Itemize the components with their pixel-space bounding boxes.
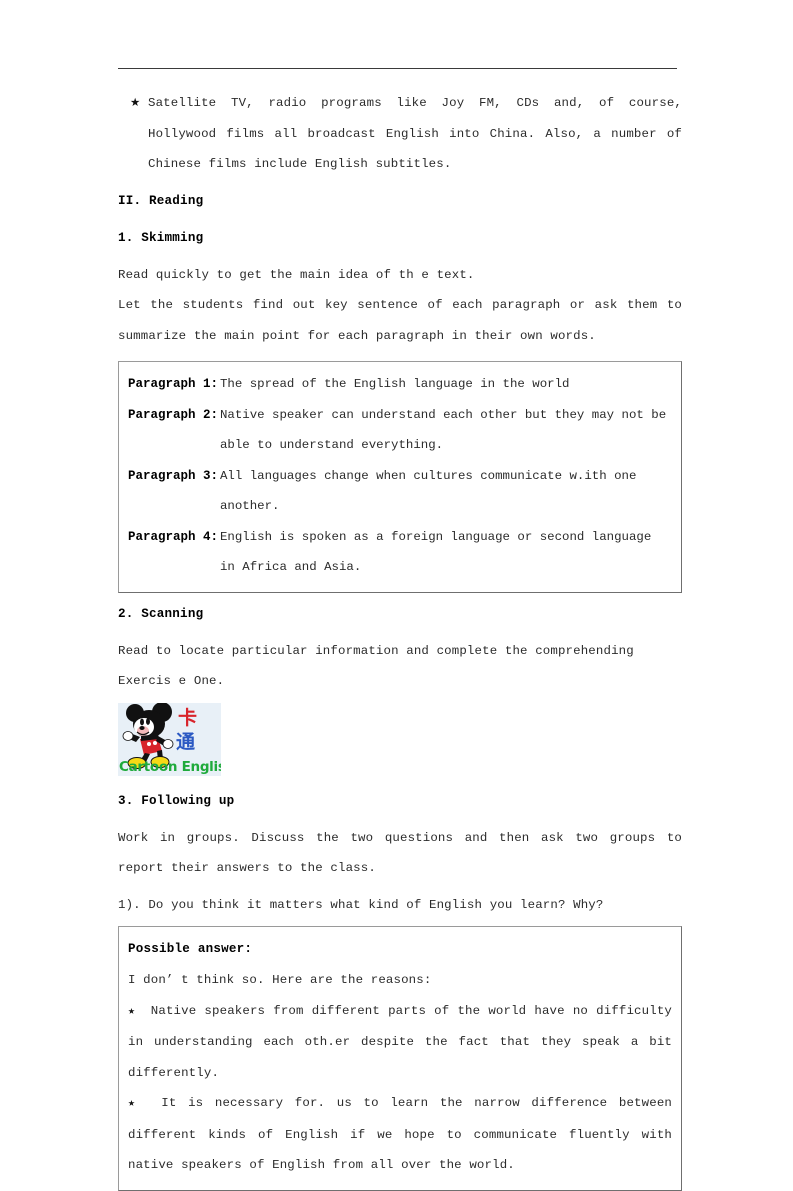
question-one: 1). Do you think it matters what kind of… — [118, 897, 604, 912]
star-bullet-icon: ★ — [130, 97, 141, 109]
paragraph-label: Paragraph 2: — [128, 407, 219, 422]
possible-answer-bullet: ★ It is necessary for. us to learn the n… — [128, 1088, 672, 1181]
paragraph-summary-box: Paragraph 1: The spread of the English l… — [118, 361, 682, 593]
skimming-line-2: Let the students find out key sentence o… — [118, 298, 690, 343]
paragraph-row: Paragraph 1: The spread of the English l… — [128, 369, 672, 400]
paragraph-row: Paragraph 2: Native speaker can understa… — [128, 400, 672, 461]
paragraph-label: Paragraph 3: — [128, 468, 219, 483]
scanning-line: Read to locate particular information an… — [118, 643, 642, 689]
skimming-line-1: Read quickly to get the main idea of th … — [118, 267, 475, 282]
following-up-line: Work in groups. Discuss the two question… — [118, 830, 690, 876]
star-bullet-icon: ★ — [128, 1004, 151, 1018]
possible-answer-bullet-text: Native speakers from different parts of … — [128, 1003, 680, 1080]
chinese-char-tong: 通 — [176, 730, 196, 753]
intro-bullet-text: Satellite TV, radio programs like Joy FM… — [148, 96, 690, 171]
heading-reading: II. Reading — [118, 193, 204, 208]
intro-bullet: ★ Satellite TV, radio programs like Joy … — [118, 88, 682, 180]
paragraph-label: Paragraph 4: — [128, 529, 219, 544]
paragraph-row: Paragraph 3: All languages change when c… — [128, 461, 672, 522]
possible-answer-title: Possible answer: — [128, 942, 253, 956]
paragraph-text: The spread of the English language in th… — [220, 377, 570, 391]
paragraph-row: Paragraph 4: English is spoken as a fore… — [128, 522, 672, 583]
possible-answer-box: Possible answer: I don’ t think so. Here… — [118, 926, 682, 1191]
possible-answer-bullet-text: It is necessary for. us to learn the nar… — [128, 1096, 680, 1172]
paragraph-text: All languages change when cultures commu… — [220, 468, 644, 514]
logo-caption: Cartoon English — [119, 759, 221, 775]
heading-skimming: 1. Skimming — [118, 230, 204, 245]
header-rule — [118, 68, 677, 69]
possible-answer-lead: I don’ t think so. Here are the reasons: — [128, 973, 432, 987]
chinese-char-ka: 卡 — [178, 706, 198, 729]
paragraph-label: Paragraph 1: — [128, 377, 219, 391]
cartoon-english-logo: 卡 通 Cartoon English — [118, 702, 221, 776]
possible-answer-bullet: ★ Native speakers from different parts o… — [128, 996, 672, 1089]
document-page: ★ Satellite TV, radio programs like Joy … — [0, 0, 793, 1191]
star-bullet-icon: ★ — [128, 1097, 162, 1110]
paragraph-text: English is spoken as a foreign language … — [220, 529, 659, 575]
heading-following-up: 3. Following up — [118, 793, 235, 808]
heading-scanning: 2. Scanning — [118, 606, 204, 621]
paragraph-text: Native speaker can understand each other… — [220, 407, 674, 453]
document-content: ★ Satellite TV, radio programs like Joy … — [118, 88, 682, 1191]
